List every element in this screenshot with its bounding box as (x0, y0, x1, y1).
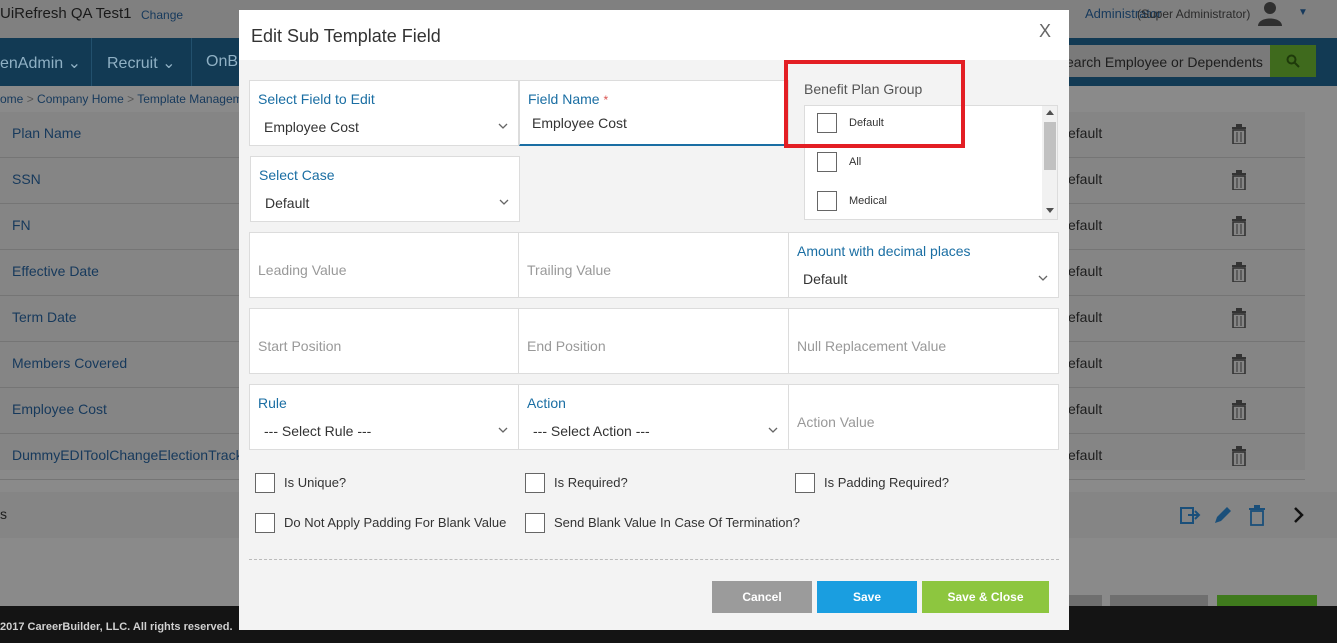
trash-icon[interactable] (1230, 446, 1248, 466)
trash-icon[interactable] (1246, 504, 1268, 526)
search-button[interactable] (1270, 45, 1316, 77)
nav-divider (191, 38, 192, 86)
chevron-down-icon (499, 199, 509, 205)
close-icon[interactable]: X (1039, 21, 1051, 42)
chevron-down-icon: ⌄ (162, 55, 176, 72)
scrollbar[interactable] (1042, 106, 1057, 219)
trash-icon[interactable] (1230, 262, 1248, 282)
save-button[interactable]: Save (817, 581, 917, 613)
null-replacement-input[interactable]: Null Replacement Value (788, 308, 1059, 374)
rule-dropdown[interactable]: Rule --- Select Rule --- (249, 384, 519, 450)
select-case-dropdown[interactable]: Select Case Default (250, 156, 520, 222)
edit-sub-template-field-modal: Edit Sub Template Field X Select Field t… (239, 10, 1069, 630)
breadcrumb: ome > Company Home > Template Manageme (0, 92, 250, 106)
trash-icon[interactable] (1230, 170, 1248, 190)
action-dropdown[interactable]: Action --- Select Action --- (518, 384, 789, 450)
chevron-down-icon (1038, 275, 1048, 281)
user-avatar-icon[interactable] (1256, 0, 1284, 26)
amount-decimal-dropdown[interactable]: Amount with decimal places Default (788, 232, 1059, 298)
trash-icon[interactable] (1230, 308, 1248, 328)
chevron-down-icon (498, 427, 508, 433)
modal-title: Edit Sub Template Field (251, 26, 441, 46)
checkbox[interactable] (525, 513, 545, 533)
background-button (1068, 595, 1102, 606)
background-button (1217, 595, 1317, 606)
benefit-plan-option-medical[interactable]: Medical (817, 191, 1027, 211)
nav-divider (91, 38, 92, 86)
trash-icon[interactable] (1230, 124, 1248, 144)
benefit-plan-option-default[interactable]: Default (817, 113, 1027, 133)
select-field-to-edit-dropdown[interactable]: Select Field to Edit Employee Cost (249, 80, 519, 146)
benefit-plan-group-list[interactable]: Default All Medical (804, 105, 1058, 220)
checkbox[interactable] (795, 473, 815, 493)
checkbox[interactable] (255, 473, 275, 493)
divider (249, 559, 1059, 560)
save-and-close-button[interactable]: Save & Close (922, 581, 1049, 613)
user-menu-chevron-icon[interactable]: ▼ (1298, 7, 1308, 18)
nav-item-benadmin[interactable]: enAdmin ⌄ (0, 53, 81, 73)
user-role: (Super Administrator) (1137, 7, 1251, 21)
employee-search-input[interactable]: earch Employee or Dependents (1060, 45, 1270, 77)
checkbox[interactable] (255, 513, 275, 533)
checkbox[interactable] (817, 152, 837, 172)
checkbox[interactable] (525, 473, 545, 493)
background-button (1110, 595, 1208, 606)
nav-item-recruit[interactable]: Recruit ⌄ (107, 53, 176, 73)
chevron-down-icon: ⌄ (67, 55, 82, 72)
search-icon (1286, 54, 1300, 68)
change-link[interactable]: Change (141, 8, 183, 22)
benefit-plan-option-all[interactable]: All (817, 152, 1027, 172)
copyright-text: 2017 CareerBuilder, LLC. All rights rese… (0, 621, 233, 633)
trash-icon[interactable] (1230, 216, 1248, 236)
nav-item-onboard[interactable]: OnB (206, 53, 238, 71)
benefit-plan-group-label: Benefit Plan Group (804, 81, 923, 97)
checkbox[interactable] (817, 113, 837, 133)
end-position-input[interactable]: End Position (518, 308, 789, 374)
start-position-input[interactable]: Start Position (249, 308, 519, 374)
chevron-down-icon (498, 123, 508, 129)
trash-icon[interactable] (1230, 354, 1248, 374)
scrollbar-thumb[interactable] (1044, 122, 1056, 170)
trash-icon[interactable] (1230, 400, 1248, 420)
export-icon[interactable] (1179, 504, 1201, 526)
action-value-input[interactable]: Action Value (788, 384, 1059, 450)
edit-icon[interactable] (1212, 504, 1234, 526)
leading-value-input[interactable]: Leading Value (249, 232, 519, 298)
trailing-value-input[interactable]: Trailing Value (518, 232, 789, 298)
cancel-button[interactable]: Cancel (712, 581, 812, 613)
scroll-down-arrow-icon[interactable] (1046, 208, 1054, 213)
scroll-up-arrow-icon[interactable] (1046, 110, 1054, 115)
field-name-input[interactable]: Field Name * Employee Cost (519, 80, 789, 146)
checkbox[interactable] (817, 191, 837, 211)
chevron-down-icon (768, 427, 778, 433)
modal-header: Edit Sub Template Field X (239, 10, 1069, 60)
chevron-right-icon[interactable] (1288, 504, 1310, 526)
app-title: UiRefresh QA Test1 (0, 5, 132, 22)
